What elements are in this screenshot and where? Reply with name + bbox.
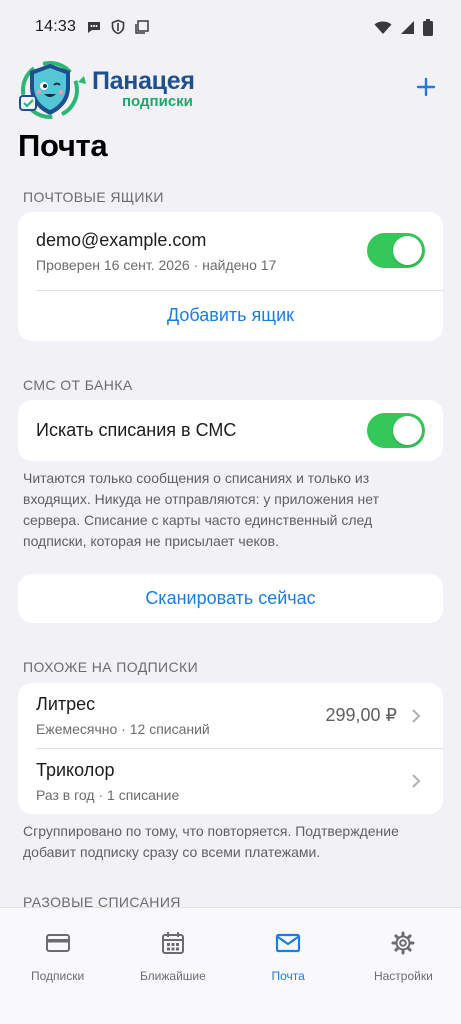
similar-section-label: ПОХОЖЕ НА ПОДПИСКИ [23, 659, 199, 675]
item-name: Литрес [36, 694, 96, 714]
plus-icon [416, 77, 436, 97]
gear-icon [391, 931, 415, 955]
wifi-icon [374, 21, 392, 34]
status-bar-left: 14:33 [35, 18, 150, 36]
tab-label: Подписки [31, 969, 85, 983]
status-bar: 14:33 [0, 0, 461, 54]
logo-title: Панацея [92, 67, 195, 95]
toggle-knob [393, 416, 422, 445]
tab-label: Настройки [373, 969, 433, 983]
sms-toggle-row[interactable]: Искать списания в СМС [18, 400, 443, 461]
battery-icon [423, 18, 433, 36]
sms-section-label: СМС ОТ БАНКА [23, 377, 133, 393]
mailbox-row[interactable]: demo@example.com Проверен 16 сент. 2026 … [18, 212, 443, 290]
tab-label: Ближайшие [139, 969, 206, 983]
status-time: 14:33 [35, 18, 77, 35]
sms-card: Искать списания в СМС [18, 400, 443, 461]
mailboxes-card: demo@example.com Проверен 16 сент. 2026 … [18, 212, 443, 341]
status-bar-right [374, 18, 433, 36]
item-text: Литрес Ежемесячно · 12 списаний [36, 694, 210, 737]
tab-upcoming[interactable]: Ближайшие [115, 908, 230, 1024]
mail-icon [276, 933, 301, 953]
item-text: Триколор Раз в год · 1 списание [36, 760, 179, 803]
sms-toggle-label: Искать списания в СМС [36, 420, 237, 440]
list-item-litres[interactable]: Литрес Ежемесячно · 12 списаний 299,00 ₽ [18, 683, 443, 748]
shield-icon [111, 19, 125, 35]
sms-toggle[interactable] [367, 413, 425, 448]
tab-settings[interactable]: Настройки [346, 908, 461, 1024]
chevron-right-icon [412, 774, 421, 788]
sms-note: Читаются только сообщения о списаниях и … [23, 470, 380, 549]
scan-now-button[interactable]: Сканировать сейчас [18, 574, 443, 623]
add-button[interactable] [413, 74, 439, 100]
toggle-knob [393, 236, 422, 265]
chat-notification-icon [88, 22, 101, 33]
tab-mail[interactable]: Почта [231, 908, 346, 1024]
chevron-right-icon [412, 709, 421, 723]
calendar-icon [161, 932, 184, 954]
app-header: Панацея подписки [0, 54, 461, 124]
mailbox-toggle[interactable] [367, 233, 425, 268]
mailbox-email: demo@example.com [36, 229, 207, 250]
scan-card[interactable]: Сканировать сейчас [18, 574, 443, 623]
signal-icon [401, 20, 414, 34]
similar-card: Литрес Ежемесячно · 12 списаний 299,00 ₽… [18, 683, 443, 814]
item-details: Ежемесячно · 12 списаний [36, 721, 210, 737]
item-price: 299,00 ₽ [325, 705, 397, 725]
logo-text: Панацея подписки [92, 68, 195, 110]
mailbox-status: Проверен 16 сент. 2026 · найдено 17 [36, 256, 277, 273]
tab-bar: Подписки Ближайшие Почта Настройки [0, 907, 461, 1024]
mailboxes-section-label: ПОЧТОВЫЕ ЯЩИКИ [23, 189, 164, 205]
card-icon [45, 934, 70, 952]
shield-mascot-icon [19, 61, 86, 119]
page-title: Почта [18, 128, 108, 163]
tab-label: Почта [271, 969, 305, 983]
divider [36, 290, 443, 291]
app-logo: Панацея подписки [14, 58, 195, 120]
item-details: Раз в год · 1 списание [36, 786, 180, 803]
logo-subtitle: подписки [122, 93, 193, 110]
add-mailbox-row[interactable]: Добавить ящик [18, 290, 443, 341]
item-name: Триколор [36, 759, 115, 780]
similar-note: Сгруппировано по тому, что повторяется. … [23, 823, 399, 860]
screenshot-icon [135, 20, 149, 34]
tab-subscriptions[interactable]: Подписки [0, 908, 115, 1024]
list-item-tricolor[interactable]: Триколор Раз в год · 1 списание [18, 748, 443, 814]
mailbox-text: demo@example.com Проверен 16 сент. 2026 … [36, 230, 276, 273]
add-mailbox-button[interactable]: Добавить ящик [18, 290, 443, 341]
